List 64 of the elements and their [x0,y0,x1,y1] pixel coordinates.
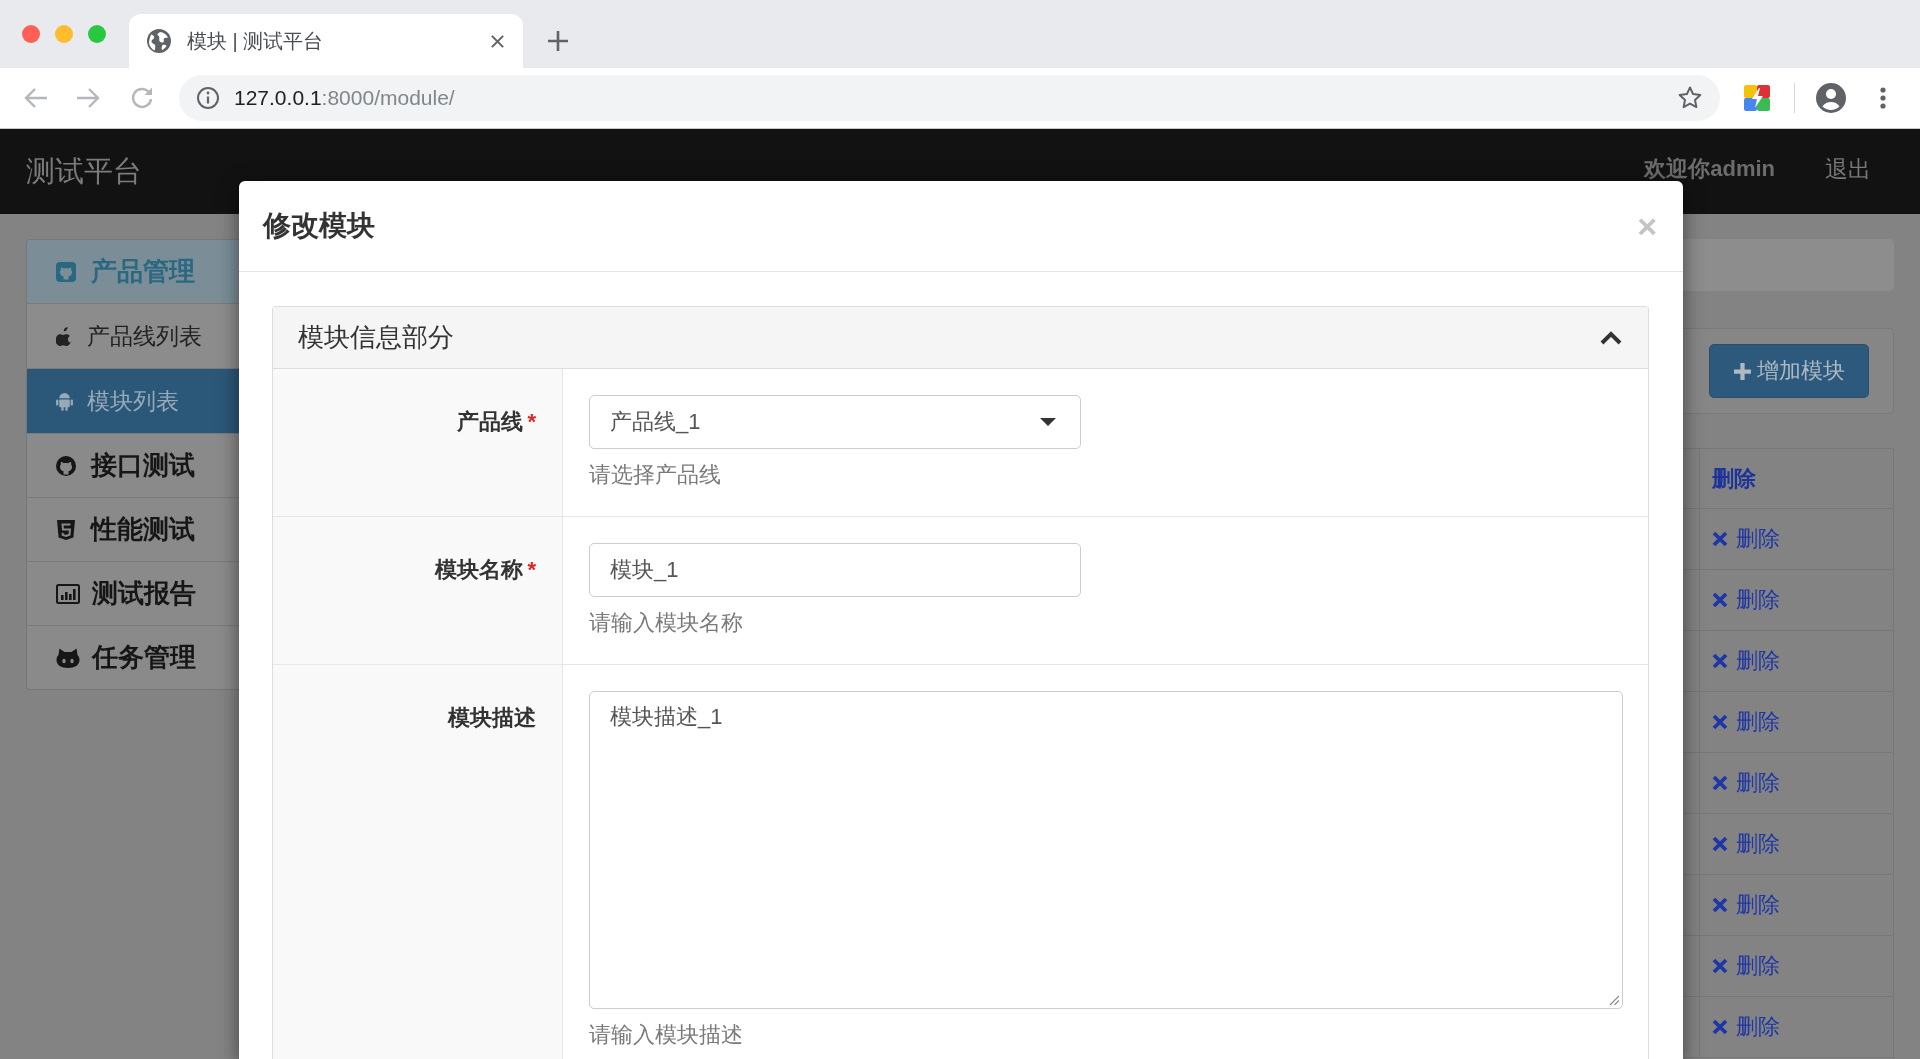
plus-icon [1733,362,1751,380]
textarea-field[interactable]: 模块描述_1 [589,691,1623,1009]
column-header: 删除 [1712,465,1756,491]
cross-icon [1712,1019,1728,1035]
browser-tab[interactable]: 模块 | 测试平台 [129,14,523,68]
delete-link[interactable]: 删除 [1712,890,1780,920]
chevron-up-icon[interactable] [1600,330,1622,345]
sidebar-item[interactable]: 接口测试 [27,433,239,497]
sidebar-subitem[interactable]: 模块列表 [27,368,239,433]
add-module-button[interactable]: 增加模块 [1709,344,1869,398]
caret-down-icon [1040,418,1056,426]
field-label: 模块名称 [435,556,524,584]
bar-chart-icon [56,583,80,604]
cross-icon [1712,531,1728,547]
required-mark: * [527,408,536,436]
delete-link[interactable]: 删除 [1712,951,1780,981]
cross-icon [1712,775,1728,791]
cross-icon [1712,958,1728,974]
close-icon[interactable] [490,33,505,49]
cat-circle-icon [56,455,76,476]
input-field[interactable]: 模块_1 [589,543,1081,597]
lightning-tile-icon[interactable] [1744,85,1770,111]
select-field[interactable]: 产品线_1 [589,395,1081,449]
delete-link[interactable]: 删除 [1712,646,1780,676]
cross-icon [1712,836,1728,852]
cat-square-icon [56,261,76,282]
cat-face-icon [56,647,80,668]
star-icon[interactable] [1678,86,1702,110]
logout-link[interactable]: 退出 [1825,156,1871,181]
cross-icon [1712,714,1728,730]
field-label: 产品线 [457,408,524,436]
cross-icon [1712,653,1728,669]
delete-link[interactable]: 删除 [1712,829,1780,859]
address-bar[interactable]: 127.0.0.1:8000/module/ [179,75,1720,121]
account-icon[interactable] [1816,83,1846,113]
required-mark: * [527,556,536,584]
help-text: 请选择产品线 [589,461,722,489]
shield-icon [56,519,76,540]
field-label: 模块描述 [448,704,536,732]
sidebar-subitem[interactable]: 产品线列表 [27,303,239,368]
delete-link[interactable]: 删除 [1712,707,1780,737]
sidebar-item[interactable]: 性能测试 [27,497,239,561]
modal-title: 修改模块 [263,209,375,243]
globe-icon [147,29,171,53]
info-icon[interactable] [197,87,219,109]
plus-icon[interactable] [548,31,568,51]
sidebar-item[interactable]: 测试报告 [27,561,239,625]
delete-link[interactable]: 删除 [1712,1012,1780,1042]
welcome-text: 欢迎你admin [1644,157,1775,180]
more-menu-icon[interactable] [1880,87,1886,109]
delete-link[interactable]: 删除 [1712,524,1780,554]
cross-icon [1712,897,1728,913]
resize-handle-icon[interactable] [1609,995,1619,1005]
delete-link[interactable]: 删除 [1712,768,1780,798]
help-text: 请输入模块描述 [589,1021,744,1049]
sidebar-item[interactable]: 任务管理 [27,625,239,689]
site-title[interactable]: 测试平台 [26,151,142,192]
panel-title: 模块信息部分 [298,321,454,354]
cross-icon [1712,592,1728,608]
apple-icon [56,326,73,346]
help-text: 请输入模块名称 [589,609,744,637]
delete-link[interactable]: 删除 [1712,585,1780,615]
close-window-icon[interactable] [22,25,40,43]
robot-icon [56,391,73,411]
